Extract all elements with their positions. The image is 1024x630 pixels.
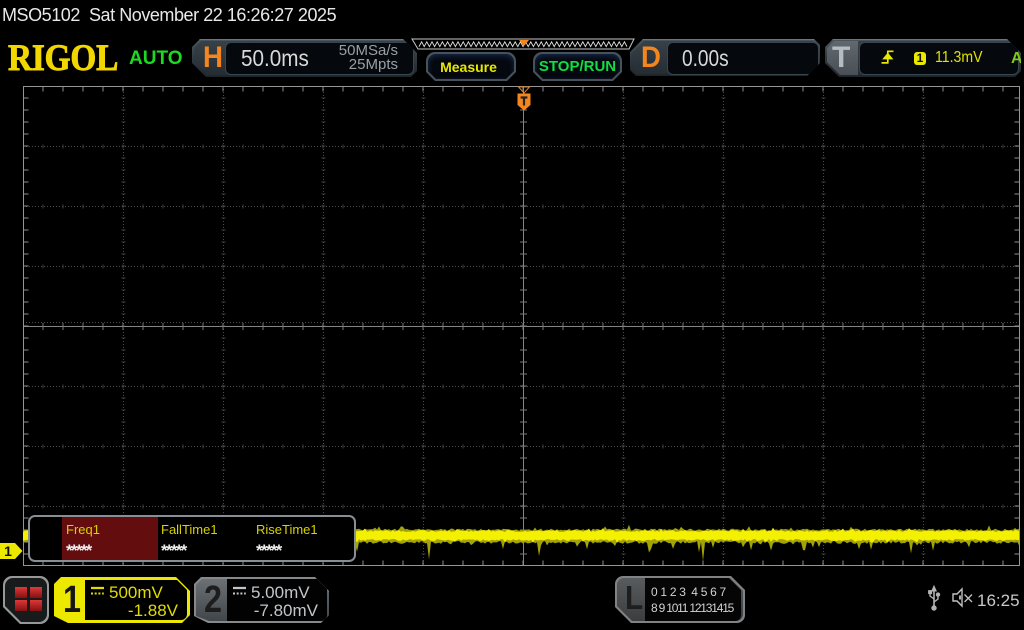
svg-text:1: 1	[4, 543, 12, 559]
